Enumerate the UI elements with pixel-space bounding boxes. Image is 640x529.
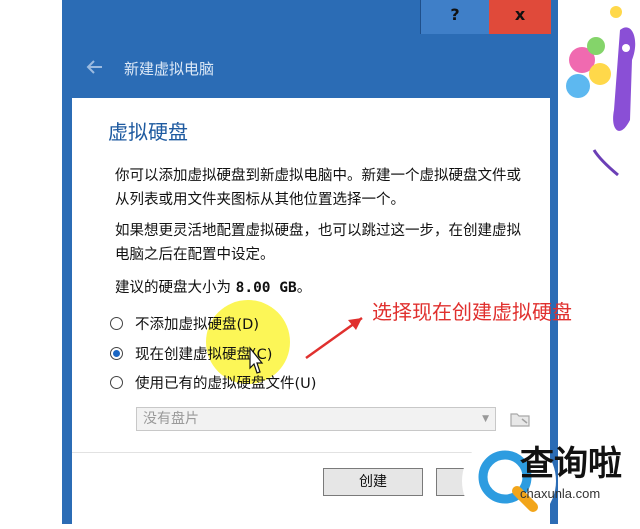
background-left: [0, 0, 62, 524]
disk-file-select-value: 没有盘片: [143, 411, 199, 427]
option-existing-disk[interactable]: 使用已有的虚拟硬盘文件(U): [110, 371, 316, 393]
watermark-domain: chaxunla.com: [520, 486, 601, 501]
option-existing-disk-label: 使用已有的虚拟硬盘文件(U): [135, 375, 317, 392]
watermark: 查询啦 chaxunla.com: [462, 432, 640, 528]
suggested-size-value: 8.00 GB: [235, 280, 297, 296]
watermark-brand: 查询啦: [520, 444, 622, 484]
create-button[interactable]: 创建: [323, 468, 423, 496]
option-no-disk-label: 不添加虚拟硬盘(D): [135, 316, 259, 333]
radio-no-disk[interactable]: [110, 316, 123, 330]
close-button[interactable]: x: [489, 0, 551, 34]
balloon-decoration-icon: [566, 6, 636, 177]
disk-file-select[interactable]: 没有盘片 ▼: [136, 407, 496, 431]
skip-hint-text: 如果想更灵活地配置虚拟硬盘，也可以跳过这一步，在创建虚拟电脑之后在配置中设定。: [115, 223, 521, 263]
radio-existing-disk[interactable]: [110, 375, 123, 389]
back-arrow-icon[interactable]: [84, 56, 106, 78]
folder-browse-icon[interactable]: [508, 407, 532, 431]
option-no-disk[interactable]: 不添加虚拟硬盘(D): [110, 312, 259, 334]
page-heading: 虚拟硬盘: [108, 120, 188, 144]
annotation-arrow-icon: [305, 316, 363, 360]
help-button[interactable]: ?: [420, 0, 490, 34]
mouse-cursor-icon: [249, 346, 264, 374]
suggested-size-prefix: 建议的硬盘大小为: [115, 280, 231, 296]
description-text: 你可以添加虚拟硬盘到新虚拟电脑中。新建一个虚拟硬盘文件或从列表或用文件夹图标从其…: [115, 168, 521, 208]
wizard-title: 新建虚拟电脑: [124, 60, 215, 78]
annotation-text: 选择现在创建虚拟硬盘: [372, 300, 572, 324]
chevron-down-icon: ▼: [482, 414, 489, 424]
suggested-size-suffix: 。: [296, 280, 312, 296]
radio-create-disk[interactable]: [110, 346, 123, 360]
